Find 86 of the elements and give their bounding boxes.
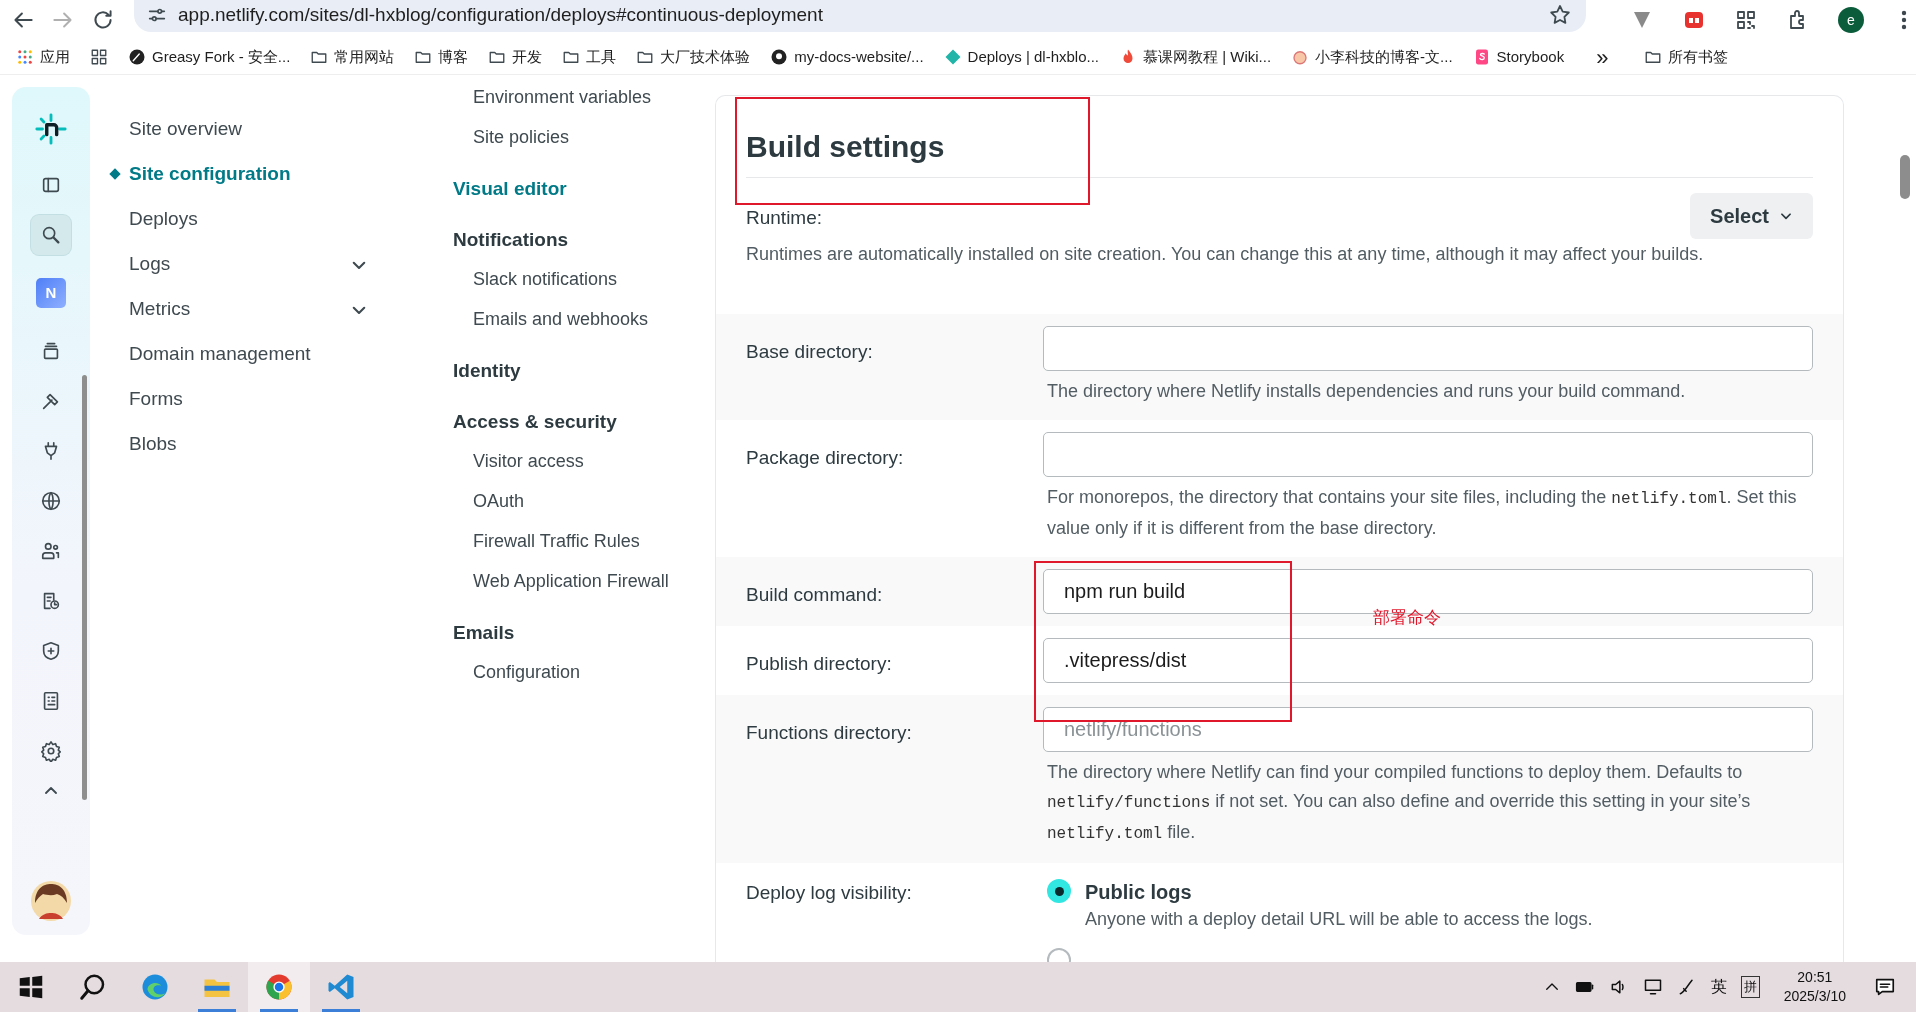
nav-link[interactable]: Visual editor <box>453 176 567 201</box>
edge-icon <box>140 972 170 1002</box>
caret-icon <box>45 786 57 794</box>
radio-button[interactable] <box>1047 879 1071 903</box>
option-label: Public logs <box>1085 880 1193 905</box>
monkey-icon[interactable] <box>128 48 146 66</box>
bookmark-link[interactable]: 大厂技术体验 <box>660 45 751 69</box>
bookmark-link[interactable]: Greasy Fork - 安全... <box>152 45 291 69</box>
apps-icon[interactable] <box>16 48 34 66</box>
nav-link[interactable]: Slack notifications <box>473 267 618 292</box>
search-button[interactable] <box>31 215 71 255</box>
nav-item[interactable]: Domain management <box>110 332 368 377</box>
nav-item[interactable]: Deploys <box>110 197 368 242</box>
chrome-icon <box>264 972 294 1002</box>
nav-link[interactable]: Visitor access <box>473 449 584 474</box>
bookmark-link[interactable]: 所有书签 <box>1668 45 1729 69</box>
field-label: Publish directory: <box>746 653 892 674</box>
grid-icon[interactable] <box>90 48 108 66</box>
clock-time[interactable]: 20:51 <box>1783 968 1846 987</box>
network-icon[interactable] <box>1642 977 1663 997</box>
star-icon[interactable] <box>1548 3 1572 27</box>
section-heading: Emails <box>453 621 516 645</box>
input-mode-indicator[interactable]: 拼 <box>1740 976 1760 998</box>
code-editor-icon <box>326 972 356 1002</box>
address-bar[interactable]: app.netlify.com/sites/dl-hxblog/configuration/deploys#continuous-deployment <box>134 0 1586 32</box>
nav-item[interactable]: Forms <box>110 377 368 422</box>
profile-avatar[interactable]: e <box>1838 7 1864 33</box>
nav-link[interactable]: Site policies <box>473 125 570 150</box>
nav-link[interactable]: Web Application Firewall <box>473 569 669 594</box>
active-marker-icon <box>109 168 121 180</box>
field-label: Package directory: <box>746 447 904 468</box>
section-heading: Notifications <box>453 228 570 252</box>
logo-icon <box>34 112 68 146</box>
field-label: Base directory: <box>746 341 873 362</box>
help-text: Runtimes are automatically installed on site creation. You can change this at any time, although it may affect your builds. <box>746 243 1705 266</box>
help-text: For monorepos, the directory that contains your site files, including the netlify.toml. Set this value only if it is different from the base directory. <box>1046 486 1798 540</box>
section-heading: Identity <box>453 359 522 383</box>
nav-item[interactable]: Blobs <box>110 422 368 467</box>
nav-item[interactable]: Site configuration <box>110 152 368 197</box>
bookmark-link[interactable]: 开发 <box>512 45 543 69</box>
gear-icon <box>40 740 62 762</box>
input-field[interactable] <box>1043 432 1813 477</box>
option-description: Anyone with a deploy detail URL will be able to access the logs. <box>1085 908 1593 931</box>
bookmark-link[interactable]: Deploys | dl-hxblo... <box>967 45 1100 69</box>
nav-item[interactable]: Metrics <box>110 287 368 332</box>
bookmark-link[interactable]: 应用 <box>40 45 70 69</box>
field-label: Deploy log visibility: <box>746 882 912 903</box>
nav-item[interactable]: Logs <box>110 242 368 287</box>
select-button[interactable]: Select <box>1690 193 1813 239</box>
bookmark-link[interactable]: 慕课网教程 | Wiki... <box>1143 45 1272 69</box>
octocat-icon[interactable] <box>770 48 789 66</box>
input-field[interactable] <box>1043 326 1813 371</box>
section-title: Build settings <box>746 96 1813 178</box>
nav-link[interactable]: OAuth <box>473 489 525 514</box>
field-label: Functions directory: <box>746 722 912 743</box>
input-language-indicator[interactable]: 英 <box>1710 975 1727 999</box>
qr-code-icon[interactable] <box>1734 8 1758 32</box>
search-icon <box>40 224 62 246</box>
input-field[interactable]: .vitepress/dist <box>1043 638 1813 683</box>
nav-link[interactable]: Configuration <box>473 660 581 685</box>
help-text: The directory where Netlify can find your compiled functions to deploy them. Defaults to netlify/functions if not set. You can also define and override this setting in your site’s netlify.toml file. <box>1046 761 1752 845</box>
bookmark-link[interactable]: 博客 <box>438 45 469 69</box>
diamond-icon[interactable] <box>943 48 962 66</box>
notification-icon[interactable] <box>1874 976 1896 998</box>
nav-item[interactable]: Site overview <box>110 107 368 152</box>
nav-link[interactable]: Emails and webhooks <box>473 307 649 332</box>
bookmark-link[interactable]: 工具 <box>586 45 617 69</box>
input-field[interactable]: netlify/functions <box>1043 707 1813 752</box>
bookmark-link[interactable]: 常用网站 <box>334 45 395 69</box>
field-label: Build command: <box>746 584 883 605</box>
help-text: The directory where Netlify installs dependencies and runs your build command. <box>1046 380 1687 403</box>
people-icon <box>40 540 62 562</box>
more-bookmarks-button[interactable]: » <box>1596 40 1609 74</box>
nav-link[interactable]: Firewall Traffic Rules <box>473 529 640 554</box>
bookmark-link[interactable]: my-docs-website/... <box>794 45 924 69</box>
nav-link[interactable]: Environment variables <box>473 85 652 110</box>
field-label: Runtime: <box>746 206 823 230</box>
bookmark-link[interactable]: Storybook <box>1496 45 1565 69</box>
peach-icon[interactable] <box>1291 48 1310 66</box>
url-text: app.netlify.com/sites/dl-hxblog/configuration/deploys#continuous-deployment <box>178 2 823 27</box>
section-heading: Access & security <box>453 410 618 434</box>
shield-icon <box>40 640 62 662</box>
avatar[interactable] <box>31 881 71 921</box>
clock-date[interactable]: 2025/3/10 <box>1783 987 1846 1006</box>
globe-icon <box>40 490 62 512</box>
bookmark-link[interactable]: 小李科技的博客-文... <box>1315 45 1453 69</box>
